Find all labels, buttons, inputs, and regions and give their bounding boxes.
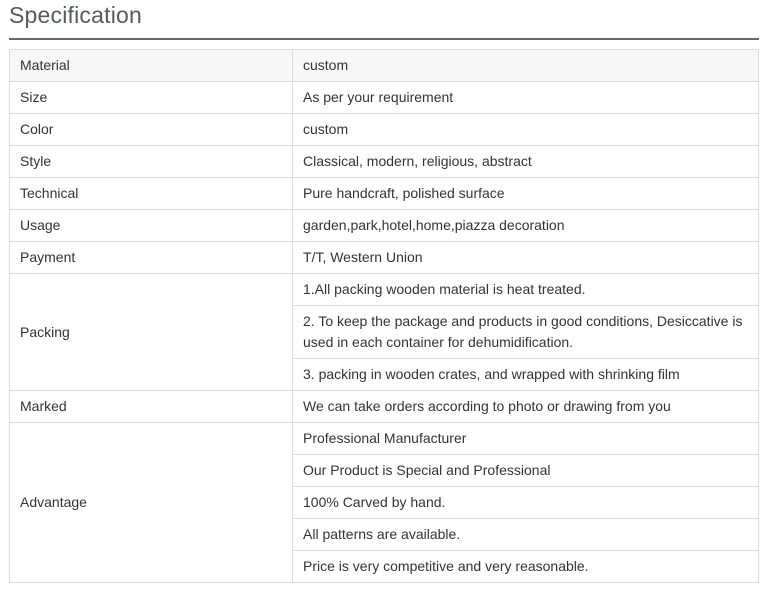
- row-value: Classical, modern, religious, abstract: [292, 145, 759, 178]
- table-row: Technical Pure handcraft, polished surfa…: [9, 177, 759, 210]
- row-value: 100% Carved by hand.: [292, 486, 759, 519]
- row-value: We can take orders according to photo or…: [292, 390, 759, 423]
- row-label: Usage: [9, 209, 293, 242]
- row-value: 1.All packing wooden material is heat tr…: [292, 273, 759, 306]
- row-label: Payment: [9, 241, 293, 274]
- table-row: Advantage Professional Manufacturer: [9, 422, 759, 583]
- row-label: Color: [9, 113, 293, 146]
- title-divider: [9, 38, 759, 40]
- row-label: Technical: [9, 177, 293, 210]
- row-value: Price is very competitive and very reaso…: [292, 550, 759, 583]
- row-value: All patterns are available.: [292, 518, 759, 551]
- row-value: T/T, Western Union: [292, 241, 759, 274]
- row-value: 2. To keep the package and products in g…: [292, 305, 759, 359]
- row-label: Material: [9, 49, 293, 82]
- row-value: custom: [292, 113, 759, 146]
- row-label: Marked: [9, 390, 293, 423]
- row-value: As per your requirement: [292, 81, 759, 114]
- row-value: Pure handcraft, polished surface: [292, 177, 759, 210]
- table-row: Size As per your requirement: [9, 81, 759, 114]
- specification-table: Material custom Size As per your require…: [9, 49, 759, 583]
- table-row: Payment T/T, Western Union: [9, 241, 759, 274]
- table-row: Marked We can take orders according to p…: [9, 390, 759, 423]
- table-row: Material custom: [9, 49, 759, 82]
- row-label: Size: [9, 81, 293, 114]
- row-label: Packing: [9, 273, 293, 391]
- row-value: Our Product is Special and Professional: [292, 454, 759, 487]
- row-label: Style: [9, 145, 293, 178]
- row-value: 3. packing in wooden crates, and wrapped…: [292, 358, 759, 391]
- table-row: Style Classical, modern, religious, abst…: [9, 145, 759, 178]
- row-value: Professional Manufacturer: [292, 422, 759, 455]
- row-value: garden,park,hotel,home,piazza decoration: [292, 209, 759, 242]
- row-label: Advantage: [9, 422, 293, 583]
- row-value: custom: [292, 49, 759, 82]
- table-row: Usage garden,park,hotel,home,piazza deco…: [9, 209, 759, 242]
- table-row: Color custom: [9, 113, 759, 146]
- page-title: Specification: [9, 2, 143, 28]
- table-row: Packing 1.All packing wooden material is…: [9, 273, 759, 391]
